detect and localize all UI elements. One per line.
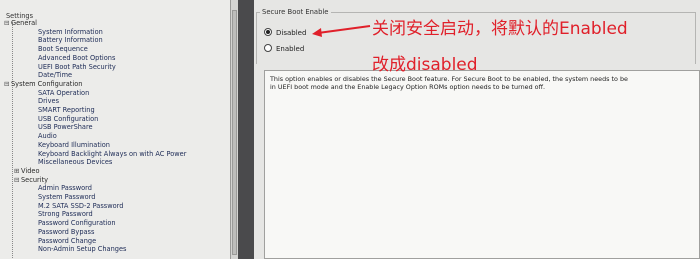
tree-item[interactable]: Keyboard Backlight Always on with AC Pow…: [38, 150, 186, 158]
tree-item-label: Battery Information: [38, 36, 103, 45]
tree-item-label: Admin Password: [38, 184, 92, 193]
tree-connector-line: [12, 22, 13, 259]
tree-item[interactable]: M.2 SATA SSD-2 Password: [38, 202, 123, 210]
tree-item-label: Password Configuration: [38, 219, 116, 228]
tree-item-label: M.2 SATA SSD-2 Password: [38, 201, 124, 210]
tree-item-label: Advanced Boot Options: [38, 53, 116, 62]
description-line-1: This option enables or disables the Secu…: [270, 75, 628, 83]
collapse-icon[interactable]: ⊟: [4, 19, 11, 27]
tree-item[interactable]: Battery Information: [38, 36, 103, 44]
radio-disabled[interactable]: Disabled: [264, 28, 306, 37]
tree-item-label: Keyboard Illumination: [38, 140, 110, 149]
tree-item-label: Audio: [38, 132, 57, 141]
section-title: Secure Boot Enable: [260, 8, 331, 16]
radio-unselected-icon: [264, 44, 272, 52]
tree-item-label: SATA Operation: [38, 88, 90, 97]
tree-item[interactable]: UEFI Boot Path Security: [38, 63, 116, 71]
tree-item-label: Keyboard Backlight Always on with AC Pow…: [38, 149, 187, 158]
collapse-icon[interactable]: ⊟: [14, 176, 21, 184]
tree-item[interactable]: Audio: [38, 132, 57, 140]
annotation-line-2: 改成disabled: [372, 55, 478, 75]
tree-item[interactable]: Drives: [38, 97, 59, 105]
tree-item-label: Password Bypass: [38, 227, 95, 236]
tree-item-label: USB Configuration: [38, 114, 99, 123]
tree-item-label: Security: [21, 175, 49, 184]
panel-divider: [238, 0, 254, 259]
tree-item[interactable]: ⊟General: [4, 19, 37, 27]
radio-disabled-label: Disabled: [276, 29, 307, 37]
tree-scrollbar-thumb[interactable]: [232, 10, 237, 255]
tree-item[interactable]: ⊞Video: [14, 167, 39, 175]
radio-selected-icon: [264, 28, 272, 36]
tree-item-label: Drives: [38, 97, 60, 106]
tree-item-label: UEFI Boot Path Security: [38, 62, 116, 71]
tree-item[interactable]: Password Configuration: [38, 219, 116, 227]
tree-item[interactable]: Date/Time: [38, 71, 72, 79]
tree-item[interactable]: Advanced Boot Options: [38, 54, 115, 62]
tree-item[interactable]: Admin Password: [38, 184, 92, 192]
tree-item[interactable]: Keyboard Illumination: [38, 141, 110, 149]
tree-item[interactable]: ⊟Security: [14, 176, 48, 184]
tree-item-label: Non-Admin Setup Changes: [38, 245, 127, 254]
tree-item-label: SMART Reporting: [38, 106, 95, 114]
tree-item[interactable]: System Information: [38, 28, 103, 36]
annotation-arrow-icon: [312, 25, 371, 37]
settings-tree-panel: Settings ⊟General System Information Batte…: [0, 0, 238, 259]
tree-item[interactable]: Non-Admin Setup Changes: [38, 245, 126, 253]
tree-item-label: USB PowerShare: [38, 123, 93, 132]
tree-item[interactable]: USB Configuration: [38, 115, 98, 123]
radio-enabled-label: Enabled: [276, 45, 305, 53]
tree-item-label: Date/Time: [38, 71, 73, 80]
tree-item-label: System Configuration: [11, 79, 83, 88]
radio-enabled[interactable]: Enabled: [264, 44, 304, 53]
tree-item[interactable]: Miscellaneous Devices: [38, 158, 112, 166]
tree-item[interactable]: Password Change: [38, 237, 96, 245]
tree-item[interactable]: System Password: [38, 193, 95, 201]
description-line-2: in UEFI boot mode and the Enable Legacy …: [270, 83, 546, 91]
tree-item[interactable]: ⊟System Configuration: [4, 80, 82, 88]
description-box: This option enables or disables the Secu…: [264, 70, 700, 259]
tree-item-label: Password Change: [38, 236, 97, 245]
tree-item[interactable]: USB PowerShare: [38, 123, 93, 131]
annotation-line-1: 关闭安全启动，将默认的Enabled: [372, 19, 628, 39]
tree-item[interactable]: Strong Password: [38, 210, 93, 218]
tree-item-label: Miscellaneous Devices: [38, 158, 113, 167]
tree-item-label: Boot Sequence: [38, 45, 88, 54]
collapse-icon[interactable]: ⊟: [4, 80, 11, 88]
tree-item-label: Strong Password: [38, 210, 93, 219]
tree-scrollbar[interactable]: [230, 0, 238, 259]
tree-item-label: General: [11, 19, 37, 27]
tree-item[interactable]: Boot Sequence: [38, 45, 88, 53]
tree-item[interactable]: Password Bypass: [38, 228, 94, 236]
tree-item[interactable]: SMART Reporting: [38, 106, 95, 114]
tree-item-label: System Information: [38, 27, 103, 36]
expand-icon[interactable]: ⊞: [14, 167, 21, 175]
tree-item-label: Video: [21, 166, 40, 175]
tree-item[interactable]: SATA Operation: [38, 89, 89, 97]
tree-item-label: System Password: [38, 193, 96, 201]
